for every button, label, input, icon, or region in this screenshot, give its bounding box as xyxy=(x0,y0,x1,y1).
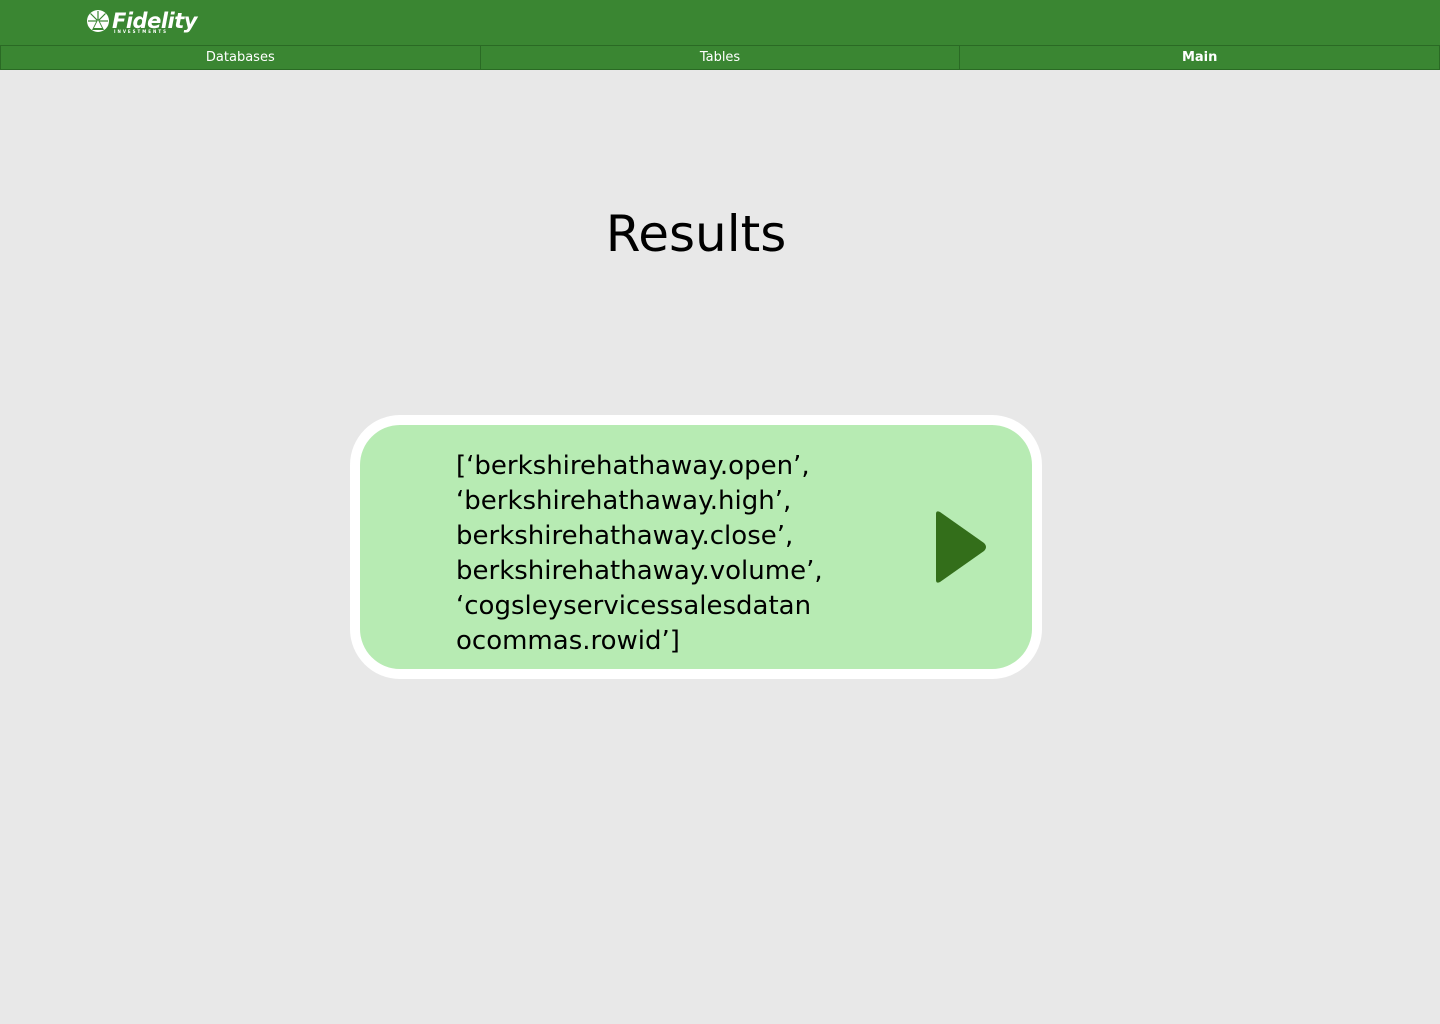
result-card: [‘berkshirehathaway.open’, ‘berkshirehat… xyxy=(350,415,1042,679)
play-icon xyxy=(936,511,986,583)
tab-tables[interactable]: Tables xyxy=(480,45,961,70)
tab-databases[interactable]: Databases xyxy=(0,45,481,70)
result-panel: [‘berkshirehathaway.open’, ‘berkshirehat… xyxy=(360,425,1032,669)
fidelity-logo[interactable]: Fidelity INVESTMENTS xyxy=(86,9,197,37)
run-button[interactable] xyxy=(930,507,990,587)
top-header: Fidelity INVESTMENTS xyxy=(0,0,1440,45)
result-columns-text: [‘berkshirehathaway.open’, ‘berkshirehat… xyxy=(456,451,823,656)
page-title: Results xyxy=(605,205,787,263)
pyramid-logo-icon xyxy=(87,10,109,32)
main-nav: Databases Tables Main xyxy=(0,45,1440,70)
logo-subtext: INVESTMENTS xyxy=(114,29,168,34)
tab-main[interactable]: Main xyxy=(960,45,1440,70)
